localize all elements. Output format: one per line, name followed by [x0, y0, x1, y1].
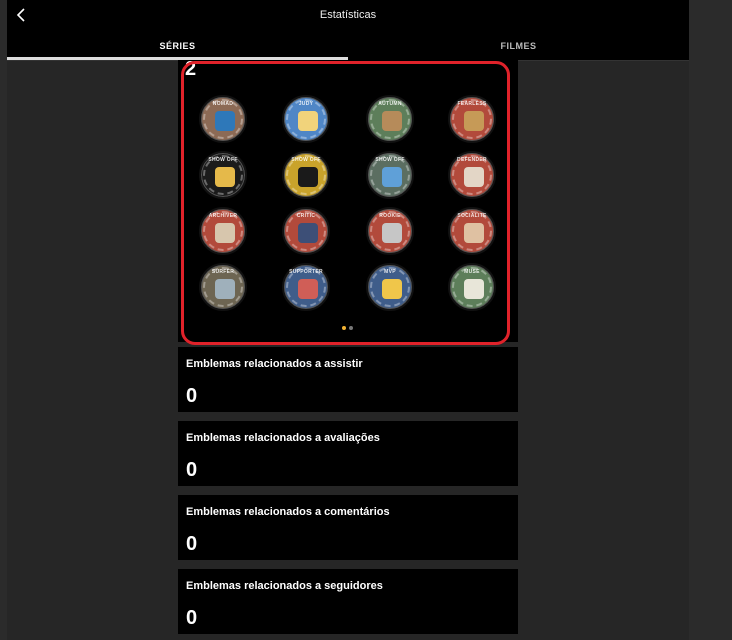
badge-emblem-icon [464, 279, 484, 299]
stat-label: Emblemas relacionados a avaliações [186, 432, 380, 444]
badge-item[interactable]: MVP [366, 263, 414, 311]
badge-item[interactable]: SUPPORTER [282, 263, 330, 311]
badge-label: SOCIALITE [457, 213, 487, 219]
page-title: Estatísticas [319, 9, 377, 21]
badge-item[interactable]: FEARLESS [448, 95, 496, 143]
stat-value: 0 [186, 607, 198, 629]
badge-emblem-icon [298, 223, 318, 243]
badge-label: ROOKIE [379, 213, 401, 219]
stat-label: Emblemas relacionados a seguidores [186, 580, 383, 592]
badge-emblem-icon [464, 111, 484, 131]
badge-label: MVP [384, 269, 396, 275]
stat-label: Emblemas relacionados a assistir [186, 358, 363, 370]
stat-card: Emblemas relacionados a avaliações 0 [178, 421, 518, 486]
badge-item[interactable]: AUTUMN [366, 95, 414, 143]
badge-item[interactable]: NOMAD [199, 95, 247, 143]
top-bar: Estatísticas [7, 0, 689, 32]
badge-emblem-icon [382, 279, 402, 299]
badge-label: AUTUMN [378, 101, 402, 107]
tab-films[interactable]: FILMES [348, 32, 689, 60]
badge-emblem-icon [215, 223, 235, 243]
badge-item[interactable]: MUSE [448, 263, 496, 311]
badge-label: NOMAD [212, 101, 234, 107]
stat-label: Emblemas relacionados a comentários [186, 506, 390, 518]
badge-emblem-icon [215, 279, 235, 299]
stat-card: Emblemas relacionados a seguidores 0 [178, 569, 518, 634]
badge-label: ARCHIVER [208, 213, 238, 219]
badge-emblem-icon [382, 167, 402, 187]
stat-value: 0 [186, 533, 198, 555]
badge-label: SURFER [211, 269, 235, 275]
badge-emblem-icon [464, 223, 484, 243]
badge-label: JUDY [298, 101, 314, 107]
badge-item[interactable]: JUDY [282, 95, 330, 143]
badge-emblem-icon [215, 111, 235, 131]
pagination-dot[interactable] [342, 326, 346, 330]
badge-item[interactable]: SURFER [199, 263, 247, 311]
badge-emblem-icon [298, 279, 318, 299]
badge-item[interactable]: ROOKIE [366, 207, 414, 255]
badge-emblem-icon [382, 111, 402, 131]
badge-label: SUPPORTER [289, 269, 323, 275]
badge-label: SHOW OFF [208, 157, 238, 163]
badge-label: FEARLESS [457, 101, 487, 107]
badge-emblem-icon [298, 167, 318, 187]
badge-item[interactable]: SHOW OFF [282, 151, 330, 199]
stat-card: Emblemas relacionados a comentários 0 [178, 495, 518, 560]
badge-label: CRITIC [296, 213, 316, 219]
badge-item[interactable]: DEFENDER [448, 151, 496, 199]
badge-item[interactable]: CRITIC [282, 207, 330, 255]
badge-item[interactable]: SHOW OFF [199, 151, 247, 199]
badge-emblem-icon [464, 167, 484, 187]
badge-emblem-icon [298, 111, 318, 131]
tab-series[interactable]: SÉRIES [7, 32, 348, 60]
badge-item[interactable]: ARCHIVER [199, 207, 247, 255]
badge-emblem-icon [215, 167, 235, 187]
badge-label: MUSE [464, 269, 480, 275]
stat-card: Emblemas relacionados a assistir 0 [178, 347, 518, 412]
stat-value: 0 [186, 459, 198, 481]
badge-emblem-icon [382, 223, 402, 243]
badge-item[interactable]: SHOW OFF [366, 151, 414, 199]
stat-value: 0 [186, 385, 198, 407]
badge-label: SHOW OFF [291, 157, 321, 163]
badges-count: 2 [185, 58, 197, 80]
badge-item[interactable]: SOCIALITE [448, 207, 496, 255]
badge-label: DEFENDER [457, 157, 487, 163]
pagination-dot[interactable] [349, 326, 353, 330]
badge-label: SHOW OFF [375, 157, 405, 163]
